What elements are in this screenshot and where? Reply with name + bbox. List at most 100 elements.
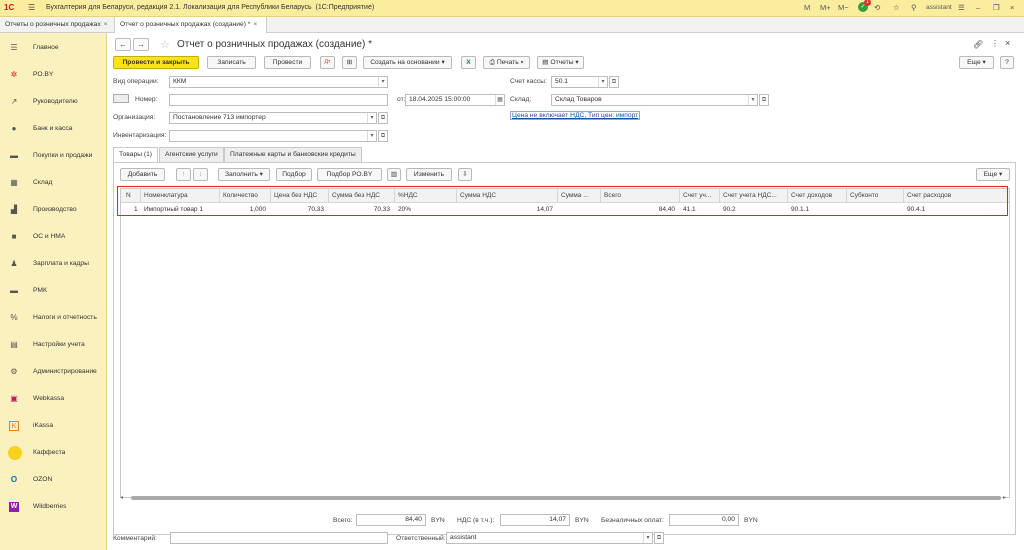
- col-price-no-vat[interactable]: Цена без НДС: [274, 192, 317, 199]
- memory-icon[interactable]: M: [804, 3, 810, 12]
- settings-menu-icon[interactable]: ☰: [958, 3, 965, 12]
- excel-icon[interactable]: X: [461, 56, 476, 69]
- sidebar-item-admin[interactable]: ⚙ Администрирование: [0, 361, 107, 383]
- favorite-star-icon[interactable]: ☆: [160, 38, 170, 51]
- memory-plus-icon[interactable]: M+: [820, 3, 831, 12]
- chevron-down-icon[interactable]: ▾: [643, 533, 652, 543]
- col-vat-sum[interactable]: Сумма НДС: [460, 192, 496, 199]
- maximize-icon[interactable]: ❐: [993, 3, 1000, 12]
- notifications-icon[interactable]: ✓ 1: [858, 0, 871, 12]
- sidebar-item-ro-by[interactable]: ✲ РО.BY: [0, 64, 107, 86]
- cell-vat-rate[interactable]: 20%: [398, 206, 411, 213]
- cell-total[interactable]: 84,40: [604, 206, 675, 213]
- barcode-icon[interactable]: ▥: [387, 168, 401, 181]
- col-sum-other[interactable]: Сумма ...: [561, 192, 599, 199]
- table-row[interactable]: 1 Импортный товар 1 1,000 70,33 70,33 20…: [121, 203, 1009, 216]
- operation-select[interactable]: ККМ ▾: [169, 76, 388, 88]
- sidebar-item-assets[interactable]: ■ ОС и НМА: [0, 226, 107, 248]
- col-total[interactable]: Всего: [604, 192, 621, 199]
- col-account[interactable]: Счет уч...: [683, 192, 717, 199]
- sidebar-item-wildberries[interactable]: W Wildberries: [0, 496, 107, 518]
- minimize-icon[interactable]: –: [976, 3, 980, 12]
- sidebar-item-ozon[interactable]: O OZON: [0, 469, 107, 491]
- more-actions-icon[interactable]: ⋮: [991, 39, 999, 48]
- table-more-button[interactable]: Еще ▾: [976, 168, 1010, 181]
- move-up-icon[interactable]: ↑: [176, 168, 191, 181]
- cell-sum[interactable]: 70,33: [332, 206, 390, 213]
- sidebar-item-payroll[interactable]: ♟ Зарплата и кадры: [0, 253, 107, 275]
- sidebar-item-kaffesta[interactable]: Каффеста: [0, 442, 107, 464]
- memory-minus-icon[interactable]: M−: [838, 3, 849, 12]
- col-nomenclature[interactable]: Номенклатура: [144, 192, 188, 199]
- organization-select[interactable]: Постановление 713 импортер ▾: [169, 112, 377, 124]
- link-icon[interactable]: 🔗︎: [973, 40, 983, 49]
- sidebar-item-pos[interactable]: ▬ РМК: [0, 280, 107, 302]
- cell-nomenclature[interactable]: Импортный товар 1: [144, 206, 203, 213]
- open-link-icon[interactable]: ⧉: [609, 76, 619, 88]
- sidebar-item-manager[interactable]: ↗ Руководителю: [0, 91, 107, 113]
- fill-button[interactable]: Заполнить ▾: [218, 168, 270, 181]
- open-link-icon[interactable]: ⧉: [378, 130, 388, 142]
- scroll-left-icon[interactable]: ◂: [120, 494, 123, 501]
- history-icon[interactable]: ⟲: [874, 3, 880, 12]
- cell-expense-account[interactable]: 90.4.1: [907, 206, 925, 213]
- cell-quantity[interactable]: 1,000: [223, 206, 266, 213]
- favorites-star-icon[interactable]: ☆: [893, 3, 900, 12]
- more-button[interactable]: Еще ▾: [959, 56, 994, 69]
- inventory-select[interactable]: ▾: [169, 130, 377, 142]
- horizontal-scrollbar[interactable]: [131, 496, 1001, 500]
- sidebar-item-webkassa[interactable]: ▣ Webkassa: [0, 388, 107, 410]
- chevron-down-icon[interactable]: ▾: [367, 113, 376, 123]
- col-expense-account[interactable]: Счет расходов: [907, 192, 951, 199]
- sidebar-item-production[interactable]: ▟ Производство: [0, 199, 107, 221]
- tab-retail-report-create[interactable]: Отчет о розничных продажах (создание) * ×: [115, 17, 267, 33]
- close-icon[interactable]: ×: [104, 21, 108, 28]
- scroll-right-icon[interactable]: ▸: [1003, 494, 1006, 501]
- cash-account-select[interactable]: 50.1 ▾: [551, 76, 608, 88]
- tab-agent-services[interactable]: Агентские услуги: [159, 147, 224, 162]
- cell-vat-sum[interactable]: 14,07: [460, 206, 553, 213]
- col-vat-account[interactable]: Счет учета НДС...: [723, 192, 787, 199]
- cell-account[interactable]: 41.1: [683, 206, 696, 213]
- import-icon[interactable]: ⇩: [458, 168, 472, 181]
- col-subconto[interactable]: Субконто: [850, 192, 878, 199]
- help-button[interactable]: ?: [1000, 56, 1014, 69]
- date-field[interactable]: 18.04.2025 15:00:00 ▦: [405, 94, 505, 106]
- chevron-down-icon[interactable]: ▾: [367, 131, 376, 141]
- open-link-icon[interactable]: ⧉: [378, 112, 388, 124]
- forward-button[interactable]: →: [133, 38, 149, 51]
- price-type-link[interactable]: Цена не включает НДС, Тип цен: импорт: [510, 111, 641, 120]
- current-user[interactable]: assistant: [926, 4, 952, 11]
- pick-ro-button[interactable]: Подбор РО.BY: [317, 168, 382, 181]
- close-icon[interactable]: ×: [253, 21, 257, 28]
- chevron-down-icon[interactable]: ▾: [378, 77, 387, 87]
- col-vat-rate[interactable]: %НДС: [398, 192, 418, 199]
- col-income-account[interactable]: Счет доходов: [791, 192, 832, 199]
- pick-button[interactable]: Подбор: [276, 168, 312, 181]
- change-button[interactable]: Изменить: [406, 168, 452, 181]
- structure-icon[interactable]: ⊞: [342, 56, 357, 69]
- print-button[interactable]: ⎙ Печать ▾: [483, 56, 530, 69]
- tab-goods[interactable]: Товары (1): [113, 147, 159, 162]
- save-button[interactable]: Записать: [207, 56, 256, 69]
- sidebar-item-taxes[interactable]: % Налоги и отчетность: [0, 307, 107, 329]
- comment-field[interactable]: [170, 532, 388, 544]
- reports-button[interactable]: ▤ Отчеты ▾: [537, 56, 584, 69]
- post-and-close-button[interactable]: Провести и закрыть: [113, 56, 199, 69]
- search-icon[interactable]: ⚲: [911, 3, 917, 12]
- move-down-icon[interactable]: ↓: [193, 168, 208, 181]
- close-icon[interactable]: ×: [1005, 38, 1010, 48]
- col-sum-no-vat[interactable]: Сумма без НДС: [332, 192, 380, 199]
- sidebar-item-accounting-settings[interactable]: ▤ Настройки учета: [0, 334, 107, 356]
- warehouse-select[interactable]: Склад Товаров ▾: [551, 94, 758, 106]
- back-button[interactable]: ←: [115, 38, 131, 51]
- responsible-select[interactable]: assistant ▾: [446, 532, 653, 544]
- number-field[interactable]: [169, 94, 388, 106]
- cell-income-account[interactable]: 90.1.1: [791, 206, 809, 213]
- col-quantity[interactable]: Количество: [223, 192, 258, 199]
- open-link-icon[interactable]: ⧉: [759, 94, 769, 106]
- tab-payment-cards[interactable]: Платежные карты и банковские кредиты: [224, 147, 362, 162]
- calendar-icon[interactable]: ▦: [495, 95, 504, 105]
- chevron-down-icon[interactable]: ▾: [748, 95, 757, 105]
- tab-retail-reports[interactable]: Отчеты о розничных продажах ×: [0, 17, 115, 33]
